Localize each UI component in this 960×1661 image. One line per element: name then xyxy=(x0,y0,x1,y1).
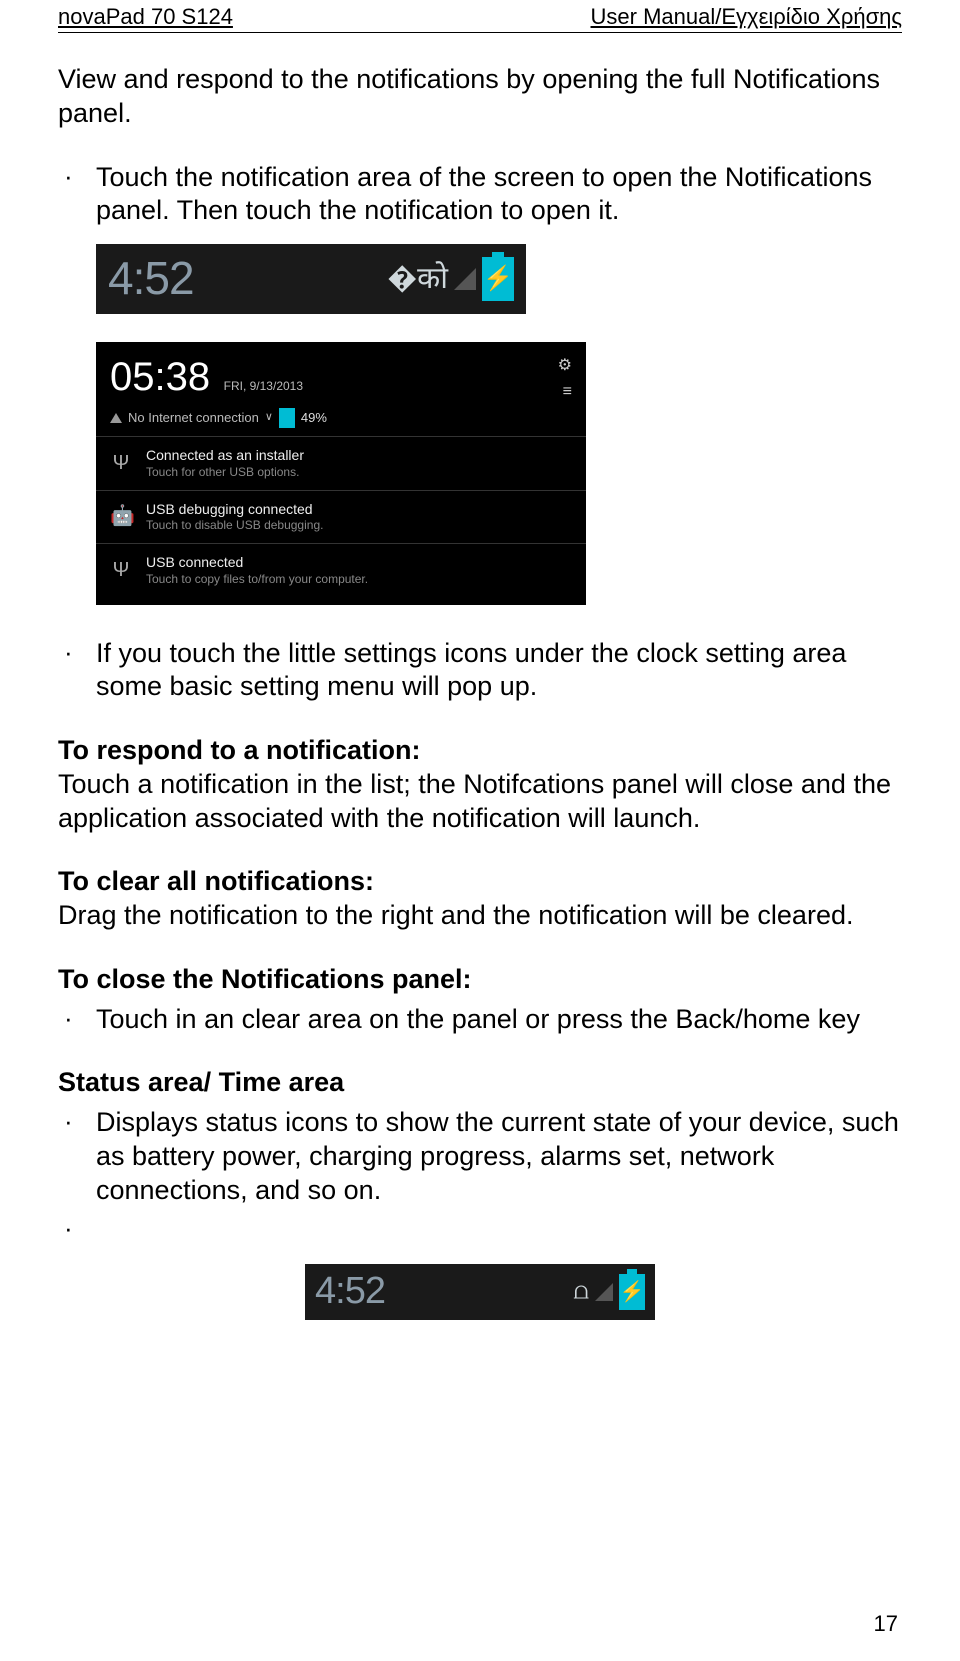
panel-time: 05:38 xyxy=(110,355,210,399)
notification-item: Ψ Connected as an installer Touch for ot… xyxy=(96,436,586,490)
signal-icon xyxy=(454,268,476,290)
header-right: User Manual/Εγχειρίδιο Χρήσης xyxy=(591,4,902,30)
usb-icon: Ψ xyxy=(110,558,132,583)
notif-title: USB connected xyxy=(146,554,368,572)
chevron-down-icon: ∨ xyxy=(265,411,273,425)
battery-percent: 49% xyxy=(301,410,327,426)
notif-subtitle: Touch to copy files to/from your compute… xyxy=(146,572,368,587)
panel-date: FRI, 9/13/2013 xyxy=(224,379,303,393)
clear-body: Drag the notification to the right and t… xyxy=(58,900,853,930)
wifi-icon: ⩍ xyxy=(573,1278,589,1306)
battery-icon: ⚡ xyxy=(482,257,514,301)
notif-subtitle: Touch to disable USB debugging. xyxy=(146,518,323,533)
signal-icon xyxy=(595,1283,613,1301)
close-bullet: Touch in an clear area on the panel or p… xyxy=(96,1003,902,1037)
settings-sliders-icon: ⚙ xyxy=(558,356,572,376)
charging-icon: ⚡ xyxy=(483,264,513,294)
bullet-icon xyxy=(58,1003,96,1032)
bullet-icon xyxy=(58,1213,96,1242)
notif-title: USB debugging connected xyxy=(146,501,323,519)
notification-item: Ψ USB connected Touch to copy files to/f… xyxy=(96,543,586,597)
intro-paragraph: View and respond to the notifications by… xyxy=(58,63,902,131)
notif-title: Connected as an installer xyxy=(146,447,304,465)
settings-sliders-icon-2: ≡ xyxy=(563,382,572,402)
battery-small-icon xyxy=(279,408,295,428)
status-bullet: Displays status icons to show the curren… xyxy=(96,1106,902,1207)
bullet-icon xyxy=(58,637,96,666)
notification-panel-screenshot: 05:38 FRI, 9/13/2013 ⚙ ≡ No Internet con… xyxy=(96,342,586,605)
header-left: novaPad 70 S124 xyxy=(58,4,233,30)
close-heading: To close the Notifications panel: xyxy=(58,964,472,994)
respond-body: Touch a notification in the list; the No… xyxy=(58,769,891,833)
charging-icon: ⚡ xyxy=(620,1279,645,1304)
bullet-icon xyxy=(58,1106,96,1135)
warning-icon xyxy=(110,413,122,423)
statusbar-screenshot-2: 4:52 ⩍ ⚡ xyxy=(305,1264,655,1320)
wifi-icon: �को xyxy=(387,260,448,298)
no-internet-text: No Internet connection xyxy=(128,410,259,426)
bullet-open-panel: Touch the notification area of the scree… xyxy=(96,161,902,229)
usb-icon: Ψ xyxy=(110,451,132,476)
status-heading: Status area/ Time area xyxy=(58,1067,344,1097)
clear-heading: To clear all notifications: xyxy=(58,866,374,896)
page-number: 17 xyxy=(874,1611,898,1637)
bullet-icon xyxy=(58,161,96,190)
respond-heading: To respond to a notification: xyxy=(58,735,420,765)
android-icon: 🤖 xyxy=(110,504,132,529)
statusbar-screenshot-1: 4:52 �को ⚡ xyxy=(96,244,526,314)
battery-icon: ⚡ xyxy=(619,1274,645,1310)
notification-item: 🤖 USB debugging connected Touch to disab… xyxy=(96,490,586,544)
statusbar-clock: 4:52 xyxy=(108,250,194,308)
bullet-settings-icons: If you touch the little settings icons u… xyxy=(96,637,902,705)
statusbar-clock: 4:52 xyxy=(315,1270,385,1313)
notif-subtitle: Touch for other USB options. xyxy=(146,465,304,480)
